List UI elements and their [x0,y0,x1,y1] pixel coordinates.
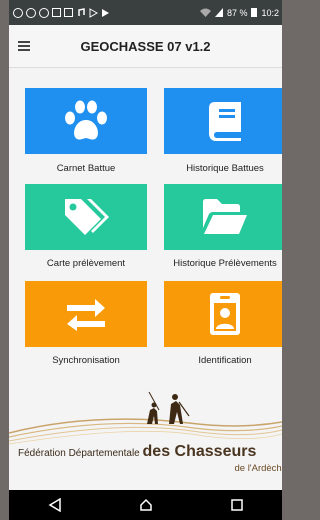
paw-icon [65,100,107,140]
home-icon [139,498,152,511]
back-button[interactable] [45,495,65,515]
id-badge-icon [210,293,240,335]
wifi-icon [199,8,211,17]
folder-open-icon [203,199,247,234]
federation-prefix: Fédération Départementale [18,448,140,459]
historique-prelevements-label: Historique Prélèvements [173,258,277,269]
recents-square-icon [230,499,243,511]
carnet-battue-button[interactable] [25,88,147,154]
battery-icon [251,8,258,17]
identification-button[interactable] [164,281,282,347]
play-icon [89,7,98,18]
notification-icon [13,7,23,18]
carnet-battue-label: Carnet Battue [56,163,116,174]
app-bar: GEOCHASSE 07 v1.2 [9,25,282,68]
clock: 10:2 [261,7,279,18]
system-indicators: 87 % 10:2 [199,7,282,18]
app-title: GEOCHASSE 07 v1.2 [80,38,211,54]
carte-prelevement-button[interactable] [25,184,147,250]
home-button[interactable] [136,495,156,515]
signal-icon [214,8,223,17]
tags-icon [65,199,109,235]
battery-percent: 87 % [226,7,248,18]
identification-label: Identification [198,355,252,366]
federation-title: Fédération Départementale des Chasseurs [18,443,256,461]
notification-icon [64,7,73,17]
federation-region: de l'Ardèche [234,463,282,474]
exchange-arrows-icon [67,299,105,331]
book-icon [209,102,241,141]
notification-icon [26,7,36,18]
back-triangle-icon [48,498,61,512]
notification-icons [9,7,110,18]
synchronisation-label: Synchronisation [52,355,120,366]
phone-screen: 87 % 10:2 GEOCHASSE 07 v1.2 Carnet Battu… [9,0,282,520]
system-nav-bar [9,490,282,520]
status-bar: 87 % 10:2 [9,0,282,25]
historique-battues-label: Historique Battues [186,163,264,174]
historique-battues-button[interactable] [164,88,282,154]
historique-prelevements-button[interactable] [164,184,282,250]
federation-name: des Chasseurs [142,443,257,460]
hamburger-menu-icon[interactable] [18,41,30,51]
federation-logo: Fédération Départementale des Chasseurs … [9,388,282,490]
carte-prelevement-label: Carte prélèvement [46,258,126,269]
hunters-landscape-illustration [9,391,282,445]
synchronisation-button[interactable] [25,281,147,347]
music-note-icon [78,7,85,16]
notification-icon [39,7,49,18]
recents-button[interactable] [227,495,247,515]
play-icon [102,8,109,17]
notification-icon [52,7,61,17]
